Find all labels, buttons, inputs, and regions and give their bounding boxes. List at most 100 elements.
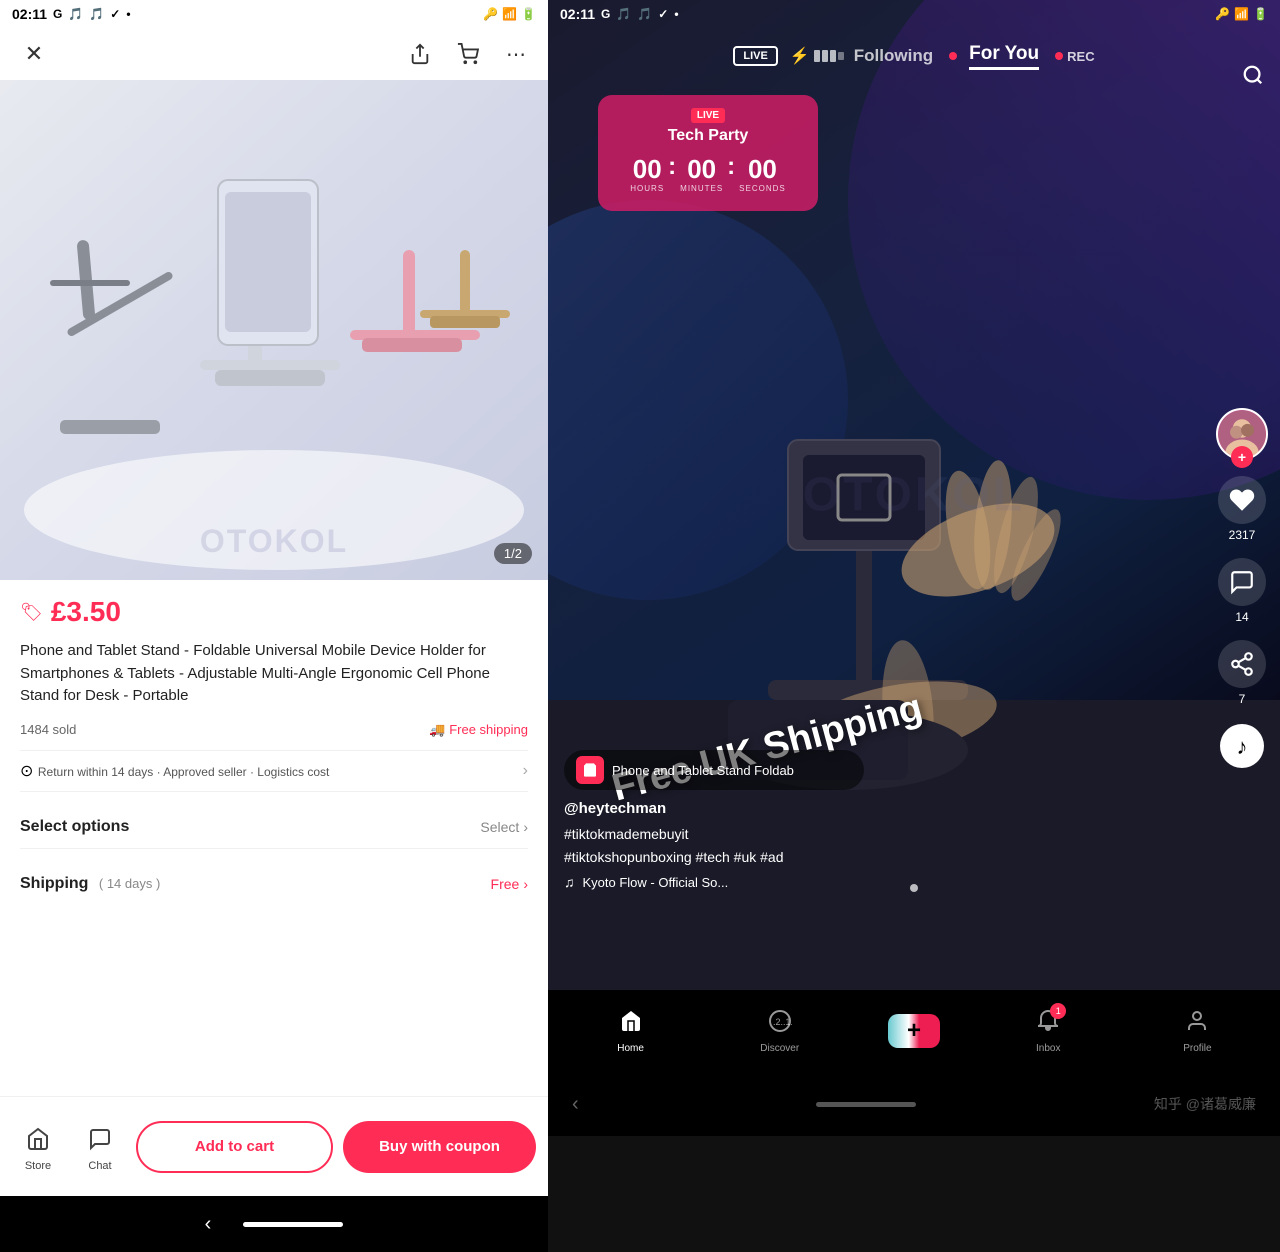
product-pill[interactable]: Phone and Tablet Stand Foldab (564, 750, 864, 790)
cart-button[interactable] (452, 38, 484, 70)
home-nav-label: Home (617, 1043, 644, 1054)
right-wifi-icon: 📶 (1234, 7, 1249, 21)
free-shipping-badge: 🚚 Free shipping (429, 722, 528, 738)
battery-icon: 🔋 (521, 7, 536, 21)
select-options-label: Select options (20, 818, 129, 836)
music-info-row[interactable]: ♫ Kyoto Flow - Official So... (564, 874, 1200, 890)
left-home-bar: ‹ (0, 1196, 548, 1252)
return-row[interactable]: ⊙ Return within 14 days · Approved selle… (20, 750, 528, 792)
left-panel: 02:11 G 🎵 🎵 ✓ • 🔑 📶 🔋 ✕ (0, 0, 548, 1252)
shipping-truck-icon: 🚚 (429, 722, 445, 738)
dot-icon: • (126, 7, 130, 21)
discover-nav-item[interactable]: .2..1. Discover (705, 1009, 854, 1054)
sold-shipping-row: 1484 sold 🚚 Free shipping (20, 722, 528, 738)
discover-nav-label: Discover (760, 1043, 799, 1054)
store-label: Store (25, 1160, 51, 1172)
profile-nav-item[interactable]: Profile (1123, 1009, 1272, 1054)
add-to-cart-button[interactable]: Add to cart (136, 1121, 333, 1173)
share-button[interactable] (404, 38, 436, 70)
home-indicator[interactable] (243, 1222, 343, 1227)
creator-avatar[interactable]: + (1216, 408, 1268, 460)
rec-badge: REC (1055, 49, 1094, 64)
product-image-container: OTOKOL 1/2 (0, 80, 548, 580)
live-event-name: Tech Party (614, 127, 802, 145)
bag-icon (582, 762, 598, 778)
minutes-value: 00 (687, 156, 716, 182)
like-count: 2317 (1229, 528, 1256, 542)
more-button[interactable]: ⋯ (500, 38, 532, 70)
follow-plus-icon[interactable]: + (1231, 446, 1253, 468)
add-icon[interactable]: + (888, 1014, 940, 1048)
select-chevron-icon: › (523, 819, 528, 835)
store-button[interactable]: Store (12, 1121, 64, 1172)
hashtag-line-1: #tiktokmademebuyit (564, 826, 689, 842)
comment-button[interactable]: 14 (1218, 558, 1266, 624)
like-button[interactable]: 2317 (1218, 476, 1266, 542)
g-icon: G (53, 7, 62, 21)
tiktok-circle-icon: ♪ (1220, 724, 1264, 768)
inbox-nav-item[interactable]: 1 Inbox (974, 1009, 1123, 1054)
tiktok-top-nav: LIVE ⚡ Following For You REC (548, 32, 1280, 80)
home-nav-item[interactable]: Home (556, 1009, 705, 1054)
tiktok-icon-1: 🎵 (68, 7, 83, 21)
return-text: Return within 14 days · Approved seller … (38, 765, 329, 779)
right-time: 02:11 (560, 6, 595, 22)
buy-with-coupon-button[interactable]: Buy with coupon (343, 1121, 536, 1173)
search-button[interactable] (1242, 64, 1264, 92)
right-home-bar: ‹ 知乎 @诸葛威廉 (548, 1080, 1280, 1136)
svg-text:.2..1.: .2..1. (773, 1017, 792, 1027)
rec-dot-icon (1055, 52, 1063, 60)
heart-icon (1218, 476, 1266, 524)
music-title: Kyoto Flow - Official So... (583, 875, 729, 890)
back-chevron-icon[interactable]: ‹ (205, 1213, 212, 1236)
tiktok-logo-icon: ♪ (1218, 722, 1266, 770)
profile-icon (1185, 1009, 1209, 1039)
minutes-label: MINUTES (680, 184, 723, 193)
comment-icon (1218, 558, 1266, 606)
product-image-svg (0, 80, 548, 580)
svg-text:♪: ♪ (1237, 734, 1248, 759)
add-content-button[interactable]: + (854, 1014, 973, 1048)
left-time: 02:11 (12, 6, 47, 22)
store-icon (20, 1121, 56, 1157)
shop-icon (576, 756, 604, 784)
chat-label: Chat (88, 1160, 111, 1172)
for-you-tab[interactable]: For You (969, 43, 1039, 70)
video-watermark: OTOKOL (803, 468, 1025, 523)
following-dot (949, 52, 957, 60)
zhihu-watermark: 知乎 @诸葛威廉 (1154, 1094, 1256, 1114)
right-battery-icon: 🔋 (1253, 7, 1268, 21)
close-button[interactable]: ✕ (16, 36, 52, 72)
image-counter: 1/2 (494, 543, 532, 564)
shipping-free[interactable]: Free › (491, 876, 528, 892)
home-icon (619, 1009, 643, 1039)
right-tiktok-icon-2: 🎵 (637, 7, 652, 21)
creator-username[interactable]: @heytechman (564, 800, 1200, 817)
share-button[interactable]: 7 (1218, 640, 1266, 706)
following-tab[interactable]: Following (854, 46, 933, 66)
tiktok-logo-button[interactable]: ♪ (1218, 722, 1266, 770)
live-countdown-card[interactable]: LIVE Tech Party 00 HOURS : 00 MINUTES : … (598, 95, 818, 211)
hashtag-line-2: #tiktokshopunboxing #tech #uk #ad (564, 849, 784, 865)
shipping-days: ( 14 days ) (99, 876, 160, 891)
video-hashtags: #tiktokmademebuyit #tiktokshopunboxing #… (564, 823, 1200, 868)
tiktok-video-area[interactable]: OTOKOL LIVE ⚡ Following For You REC (548, 0, 1280, 990)
share-count: 7 (1239, 692, 1246, 706)
right-key-icon: 🔑 (1215, 7, 1230, 21)
inbox-badge-count: 1 (1050, 1003, 1066, 1019)
right-home-indicator[interactable] (816, 1102, 916, 1107)
share-icon (1218, 640, 1266, 688)
chat-button[interactable]: Chat (74, 1121, 126, 1172)
shipping-row: Shipping ( 14 days ) Free › (20, 863, 528, 905)
wifi-icon: 📶 (502, 7, 517, 21)
right-back-chevron-icon[interactable]: ‹ (572, 1093, 579, 1116)
sep2-icon: : (727, 153, 735, 181)
right-g-icon: G (601, 7, 610, 21)
select-options-row[interactable]: Select options Select › (20, 806, 528, 849)
right-tiktok-icon-1: 🎵 (616, 7, 631, 21)
select-btn[interactable]: Select › (480, 819, 528, 835)
bottom-action-bar: Store Chat Add to cart Buy with coupon (0, 1096, 548, 1196)
product-price: £3.50 (51, 596, 121, 628)
minutes-group: 00 MINUTES (680, 156, 723, 193)
live-badge[interactable]: LIVE (733, 46, 777, 66)
